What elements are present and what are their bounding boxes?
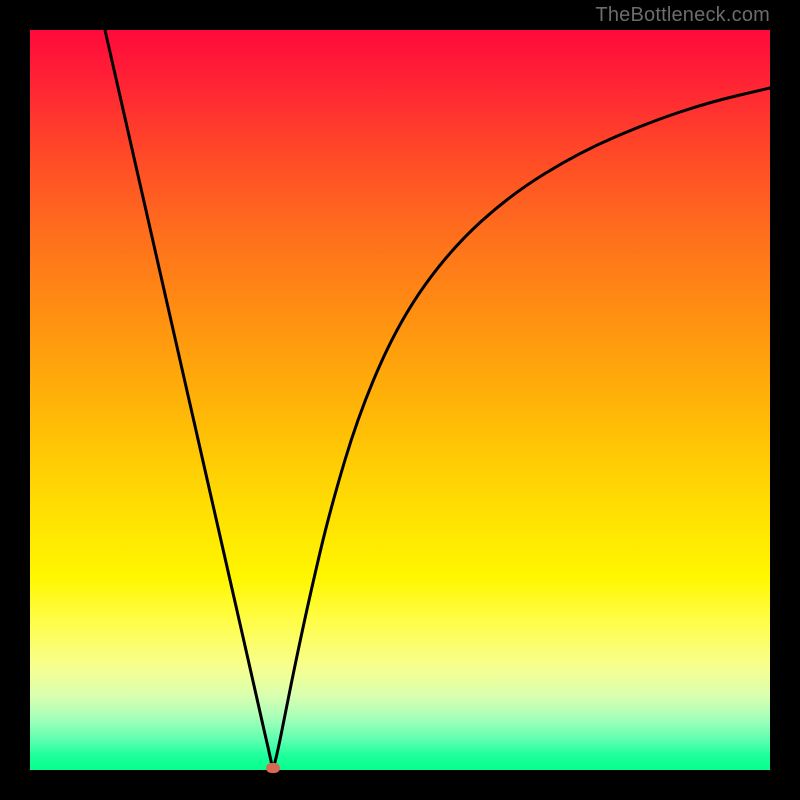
curve-left-branch xyxy=(105,30,273,770)
minimum-marker xyxy=(266,763,280,773)
chart-frame: TheBottleneck.com xyxy=(0,0,800,800)
curve-right-branch xyxy=(273,88,770,770)
bottleneck-curve xyxy=(30,30,770,770)
watermark-text: TheBottleneck.com xyxy=(595,4,770,27)
